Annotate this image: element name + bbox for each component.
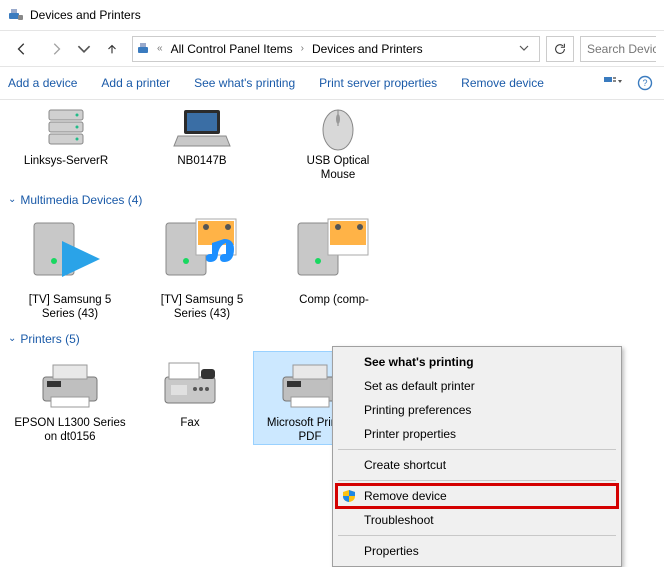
laptop-icon bbox=[170, 104, 234, 152]
cmd-add-device[interactable]: Add a device bbox=[8, 76, 77, 90]
media-server-video-icon bbox=[292, 213, 376, 291]
media-server-icon bbox=[28, 213, 112, 291]
device-label: [TV] Samsung 5 Series (43) bbox=[146, 293, 258, 322]
chevron-left-icon: « bbox=[157, 43, 163, 54]
media-server-music-icon bbox=[160, 213, 244, 291]
server-icon bbox=[34, 104, 98, 152]
breadcrumb-item[interactable]: Devices and Printers bbox=[308, 40, 427, 58]
devices-printers-icon bbox=[8, 7, 24, 23]
fax-icon bbox=[150, 356, 230, 414]
group-header-multimedia[interactable]: ⌄ Multimedia Devices (4) bbox=[8, 193, 658, 207]
svg-text:?: ? bbox=[642, 78, 647, 88]
chevron-right-icon: › bbox=[301, 43, 304, 54]
navbar: « All Control Panel Items › Devices and … bbox=[0, 30, 664, 66]
ctx-troubleshoot[interactable]: Troubleshoot bbox=[336, 508, 618, 532]
menu-separator bbox=[338, 480, 616, 481]
ctx-printing-preferences[interactable]: Printing preferences bbox=[336, 398, 618, 422]
chevron-down-icon: ⌄ bbox=[8, 194, 16, 205]
refresh-button[interactable] bbox=[546, 36, 574, 62]
cmd-see-printing[interactable]: See what's printing bbox=[194, 76, 295, 90]
group-label: Printers (5) bbox=[20, 332, 79, 346]
chevron-down-icon: ⌄ bbox=[8, 333, 16, 344]
ctx-create-shortcut[interactable]: Create shortcut bbox=[336, 453, 618, 477]
breadcrumb-item[interactable]: All Control Panel Items bbox=[167, 40, 297, 58]
device-item[interactable]: USB Optical Mouse bbox=[288, 104, 388, 183]
address-dropdown[interactable] bbox=[513, 42, 535, 56]
command-bar: Add a device Add a printer See what's pr… bbox=[0, 66, 664, 100]
device-item[interactable]: NB0147B bbox=[152, 104, 252, 183]
ctx-printer-properties[interactable]: Printer properties bbox=[336, 422, 618, 446]
printer-item[interactable]: Fax bbox=[134, 352, 246, 445]
titlebar: Devices and Printers bbox=[0, 0, 664, 30]
group-label: Multimedia Devices (4) bbox=[20, 193, 142, 207]
forward-button[interactable] bbox=[42, 35, 70, 63]
mouse-icon bbox=[306, 104, 370, 152]
search-input[interactable]: Search Device bbox=[580, 36, 656, 62]
device-label: Linksys-ServerR bbox=[24, 154, 108, 168]
device-label: NB0147B bbox=[177, 154, 226, 168]
devices-printers-icon bbox=[137, 41, 153, 57]
help-button[interactable]: ? bbox=[634, 72, 656, 94]
printer-label: Fax bbox=[180, 416, 199, 430]
ctx-remove-device-label: Remove device bbox=[364, 489, 447, 503]
ctx-remove-device[interactable]: Remove device bbox=[336, 484, 618, 508]
cmd-server-properties[interactable]: Print server properties bbox=[319, 76, 437, 90]
ctx-set-default[interactable]: Set as default printer bbox=[336, 374, 618, 398]
printer-item[interactable]: EPSON L1300 Series on dt0156 bbox=[14, 352, 126, 445]
ctx-properties[interactable]: Properties bbox=[336, 539, 618, 563]
printer-icon bbox=[30, 356, 110, 414]
back-button[interactable] bbox=[8, 35, 36, 63]
menu-separator bbox=[338, 449, 616, 450]
device-label: USB Optical Mouse bbox=[288, 154, 388, 183]
device-label: Comp (comp- bbox=[299, 293, 369, 307]
view-options-button[interactable] bbox=[602, 72, 624, 94]
group-header-printers[interactable]: ⌄ Printers (5) bbox=[8, 332, 658, 346]
device-item[interactable]: Comp (comp- bbox=[278, 213, 390, 322]
device-item[interactable]: [TV] Samsung 5 Series (43) bbox=[14, 213, 126, 322]
context-menu: See what's printing Set as default print… bbox=[332, 346, 622, 567]
menu-separator bbox=[338, 535, 616, 536]
device-item[interactable]: Linksys-ServerR bbox=[16, 104, 116, 183]
printer-label: EPSON L1300 Series on dt0156 bbox=[14, 416, 126, 445]
ctx-see-whats-printing[interactable]: See what's printing bbox=[336, 350, 618, 374]
device-label: [TV] Samsung 5 Series (43) bbox=[14, 293, 126, 322]
address-bar[interactable]: « All Control Panel Items › Devices and … bbox=[132, 36, 540, 62]
up-button[interactable] bbox=[98, 35, 126, 63]
window-title: Devices and Printers bbox=[30, 8, 141, 22]
recent-locations-button[interactable] bbox=[76, 35, 92, 63]
uac-shield-icon bbox=[342, 489, 356, 503]
cmd-remove-device[interactable]: Remove device bbox=[461, 76, 544, 90]
device-item[interactable]: [TV] Samsung 5 Series (43) bbox=[146, 213, 258, 322]
cmd-add-printer[interactable]: Add a printer bbox=[101, 76, 170, 90]
content-area: Linksys-ServerR NB0147B USB Optical Mous… bbox=[0, 100, 664, 448]
